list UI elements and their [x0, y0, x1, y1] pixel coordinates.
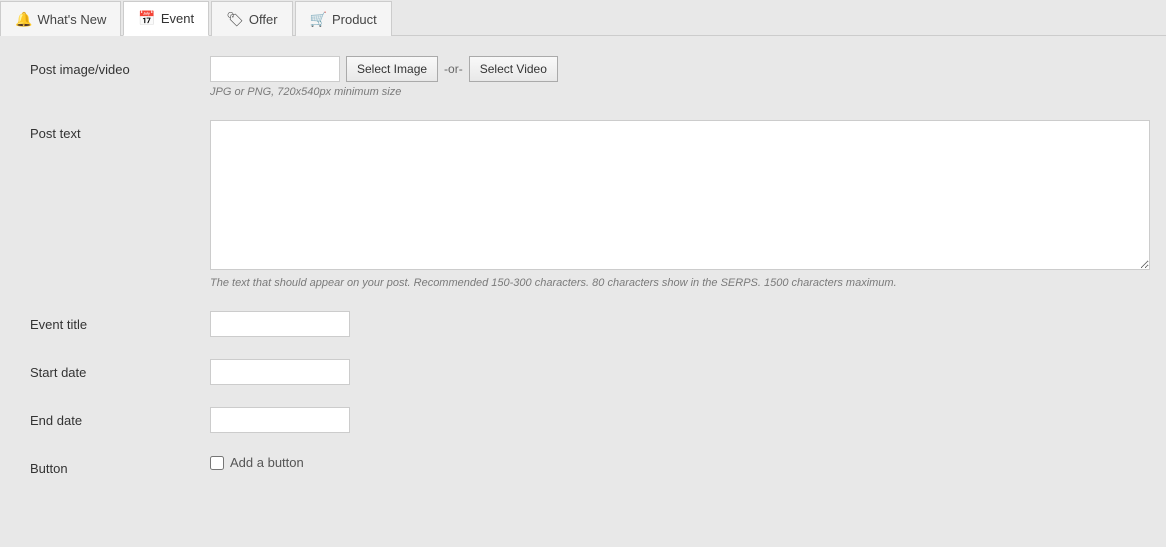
- end-date-input[interactable]: [210, 407, 350, 433]
- tab-whats-new[interactable]: 🔔 What's New: [0, 1, 121, 36]
- whats-new-icon: 🔔: [15, 11, 32, 28]
- or-separator: -or-: [444, 62, 463, 76]
- event-icon: 📅: [138, 10, 155, 27]
- add-button-checkbox[interactable]: [210, 456, 224, 470]
- event-title-field: [210, 311, 1136, 337]
- button-label: Button: [30, 455, 210, 476]
- tab-offer[interactable]: 🏷 Offer: [211, 1, 292, 36]
- end-date-label: End date: [30, 407, 210, 428]
- select-video-button[interactable]: Select Video: [469, 56, 558, 82]
- tab-event-label: Event: [161, 11, 194, 26]
- add-button-checkbox-row: Add a button: [210, 455, 1136, 470]
- tab-bar: 🔔 What's New 📅 Event 🏷 Offer 🛒 Product: [0, 0, 1166, 36]
- event-title-label: Event title: [30, 311, 210, 332]
- select-image-button[interactable]: Select Image: [346, 56, 438, 82]
- tab-whats-new-label: What's New: [37, 12, 106, 27]
- add-button-checkbox-label[interactable]: Add a button: [230, 455, 304, 470]
- tab-event[interactable]: 📅 Event: [123, 1, 209, 36]
- post-text-textarea[interactable]: [210, 120, 1150, 270]
- offer-icon: 🏷: [226, 11, 244, 28]
- post-text-hint: The text that should appear on your post…: [210, 277, 1150, 289]
- form-content: Post image/video Select Image -or- Selec…: [0, 36, 1166, 518]
- post-image-row: Post image/video Select Image -or- Selec…: [30, 56, 1136, 98]
- image-controls: Select Image -or- Select Video: [210, 56, 1136, 82]
- button-row: Button Add a button: [30, 455, 1136, 476]
- start-date-input[interactable]: [210, 359, 350, 385]
- end-date-field: [210, 407, 1136, 433]
- tab-product[interactable]: 🛒 Product: [295, 1, 392, 36]
- end-date-row: End date: [30, 407, 1136, 433]
- image-hint: JPG or PNG, 720x540px minimum size: [210, 86, 1136, 98]
- event-title-input[interactable]: [210, 311, 350, 337]
- product-icon: 🛒: [310, 11, 327, 28]
- post-image-field: Select Image -or- Select Video JPG or PN…: [210, 56, 1136, 98]
- start-date-field: [210, 359, 1136, 385]
- button-field: Add a button: [210, 455, 1136, 470]
- start-date-row: Start date: [30, 359, 1136, 385]
- post-text-field: The text that should appear on your post…: [210, 120, 1150, 289]
- tab-product-label: Product: [332, 12, 377, 27]
- post-text-row: Post text The text that should appear on…: [30, 120, 1136, 289]
- start-date-label: Start date: [30, 359, 210, 380]
- post-image-label: Post image/video: [30, 56, 210, 77]
- tab-offer-label: Offer: [249, 12, 278, 27]
- post-text-label: Post text: [30, 120, 210, 141]
- event-title-row: Event title: [30, 311, 1136, 337]
- image-url-input[interactable]: [210, 56, 340, 82]
